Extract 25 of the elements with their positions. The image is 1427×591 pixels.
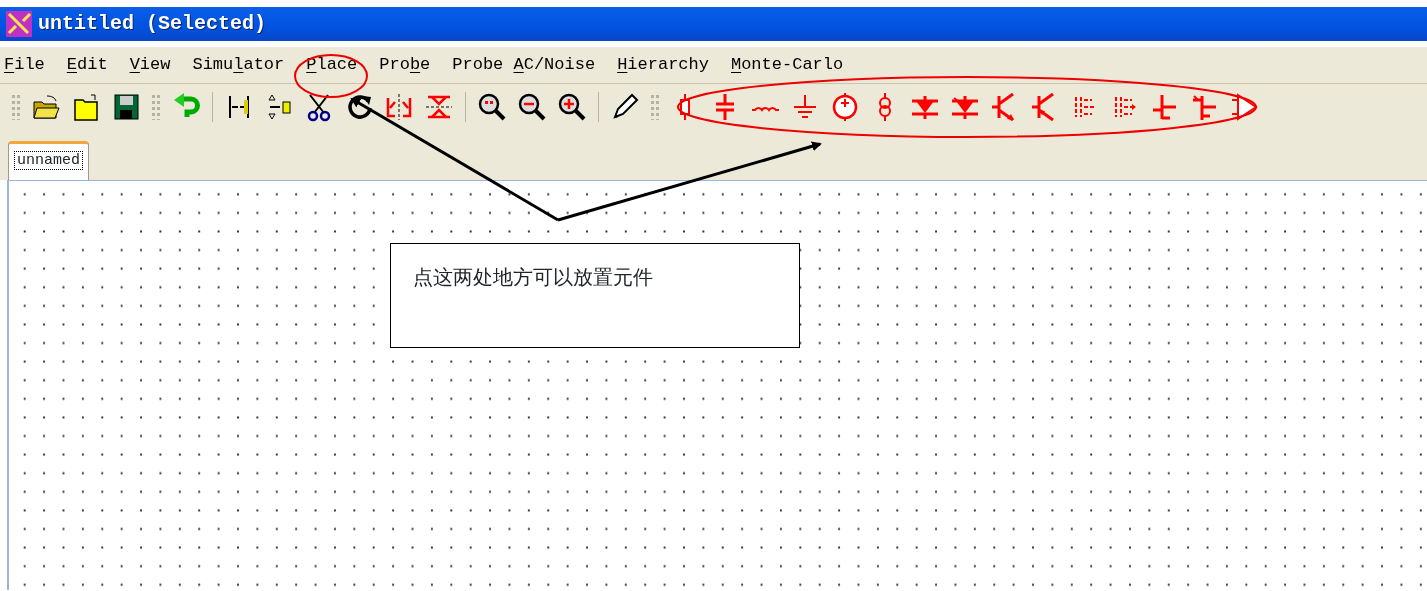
pencil-icon[interactable] <box>610 92 640 122</box>
window-title: untitled (Selected) <box>38 11 267 37</box>
current-source-icon[interactable] <box>830 92 860 122</box>
menu-item[interactable]: Monte-Carlo <box>730 52 844 78</box>
tab[interactable]: unnamed <box>8 140 89 180</box>
zoom-out-icon[interactable] <box>517 92 547 122</box>
toolbar-grip[interactable] <box>651 94 659 120</box>
toolbar-grip[interactable] <box>12 94 20 120</box>
menu-item[interactable]: View <box>129 52 171 78</box>
callout-text: 点这两处地方可以放置元件 <box>413 265 653 289</box>
menu-item[interactable]: Edit <box>66 52 108 78</box>
zoom-area-icon[interactable] <box>477 92 507 122</box>
schematic-canvas[interactable] <box>7 180 1427 590</box>
save-icon[interactable] <box>111 92 141 122</box>
app-icon <box>6 11 32 37</box>
menu-item[interactable]: Hierarchy <box>617 52 709 78</box>
toolbar-grip[interactable] <box>152 94 160 120</box>
menu-item[interactable]: File <box>4 52 45 78</box>
zoom-in-icon[interactable] <box>557 92 587 122</box>
menu-item[interactable]: Probe AC/Noise <box>452 52 596 78</box>
menu-item[interactable]: Simulator <box>192 52 285 78</box>
folder-icon[interactable] <box>71 92 101 122</box>
open-folder-icon[interactable] <box>31 92 61 122</box>
menu-item[interactable]: Probe <box>379 52 431 78</box>
mirror-icon[interactable] <box>384 92 414 122</box>
